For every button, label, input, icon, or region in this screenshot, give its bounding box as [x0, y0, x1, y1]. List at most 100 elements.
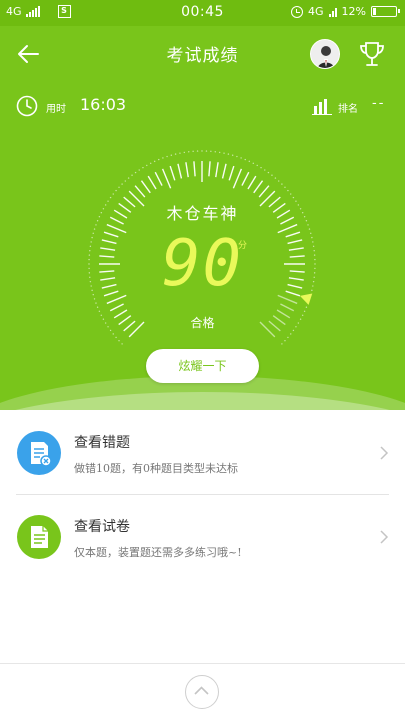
gauge-dot: [121, 183, 123, 185]
score-unit: 分: [238, 241, 248, 251]
gauge-dot: [303, 310, 306, 313]
item-title: 查看试卷: [74, 519, 130, 535]
gauge-dot: [124, 180, 126, 182]
scroll-up-button[interactable]: [185, 675, 219, 709]
gauge-dot: [149, 162, 152, 165]
gauge-dot: [205, 150, 208, 152]
gauge-dot: [192, 150, 194, 153]
chevron-right-icon: [380, 446, 389, 460]
top-bar: 考试成绩: [0, 26, 405, 82]
gauge-dot: [223, 152, 225, 154]
gauge-tick: [280, 303, 295, 312]
item-desc: 仅本题，装置题还需多多练习哦~!: [74, 546, 242, 559]
gauge-dot: [287, 189, 289, 192]
gauge-tick: [228, 165, 235, 181]
gauge-dot: [244, 158, 246, 161]
gauge-dot: [256, 164, 258, 167]
gauge-dot: [274, 177, 277, 179]
gauge-dot: [188, 151, 190, 153]
gauge-tick: [247, 175, 257, 190]
status-right: 4G 12%: [291, 5, 400, 18]
gauge-tick: [208, 161, 211, 177]
gauge-dot: [170, 154, 173, 156]
status-bar: 4G S 00:45 4G 12%: [0, 0, 405, 26]
gauge-tick: [258, 185, 270, 198]
gauge-dot: [284, 340, 286, 342]
gauge-dot: [201, 150, 203, 152]
gauge-dot: [142, 166, 144, 169]
gauge-tick: [253, 180, 264, 194]
gauge-dot: [162, 157, 164, 159]
gauge-dot: [248, 160, 251, 163]
gauge-tick: [185, 162, 189, 178]
gauge-dot: [179, 152, 181, 154]
list-item-view-paper[interactable]: 查看试卷 仅本题，装置题还需多多练习哦~!: [0, 494, 405, 578]
gauge-dot: [146, 164, 148, 167]
gauge-dot: [112, 193, 114, 195]
gauge-tick: [161, 168, 172, 189]
gauge-tick: [109, 303, 124, 312]
document-error-icon: [17, 431, 61, 475]
gauge-dot: [240, 157, 242, 159]
gauge-dot: [131, 174, 133, 176]
gauge-dot: [287, 336, 289, 339]
gauge-dot: [271, 174, 273, 176]
gauge-dot: [210, 150, 212, 153]
gauge-tick: [241, 171, 250, 186]
gauge-dot: [290, 193, 292, 195]
gauge-dot: [158, 158, 160, 161]
gauge-dot: [98, 310, 101, 313]
rank-label: 排名: [338, 104, 358, 115]
gauge-dot: [214, 151, 216, 153]
avatar[interactable]: [310, 39, 340, 69]
chevron-up-icon: [194, 686, 209, 695]
gauge-dot: [267, 171, 270, 174]
bottom-divider: [0, 663, 405, 664]
gauge-dot: [227, 153, 230, 155]
used-time-label: 用时: [46, 104, 66, 115]
gauge-dot: [260, 166, 262, 169]
gauge-dot: [252, 162, 255, 165]
score-value: 90: [161, 227, 244, 301]
gauge-dot: [218, 151, 221, 154]
gauge-tick: [134, 185, 146, 198]
gauge-tick: [140, 180, 151, 194]
item-desc: 做错10题，有0种题目类型未达标: [74, 462, 238, 475]
gauge-dot: [174, 153, 177, 155]
gauge-dot: [115, 189, 117, 192]
gauge-dot: [112, 333, 114, 335]
gauge-tick: [154, 171, 163, 186]
exam-subject: 木仓车神: [166, 204, 239, 223]
gauge-tick: [232, 168, 243, 189]
used-time-value: 16:03: [80, 95, 127, 114]
gauge-dot: [196, 150, 199, 152]
gauge-tick: [215, 162, 219, 178]
battery-level-fill: [373, 8, 376, 15]
score-wrap: 90 分: [0, 224, 405, 304]
gauge-dot: [278, 180, 280, 182]
item-title: 查看错题: [74, 435, 130, 451]
gauge-dot: [292, 196, 295, 199]
battery-percent: 12%: [341, 5, 366, 18]
gauge-dot: [290, 333, 292, 335]
trophy-button[interactable]: [356, 38, 388, 70]
gauge-tick: [193, 161, 196, 177]
gauge-dot: [183, 151, 186, 154]
gauge-dot: [153, 160, 156, 163]
result-label: 合格: [190, 316, 215, 330]
gauge-dot: [118, 186, 120, 188]
clock-icon: [16, 95, 38, 117]
gauge-dot: [96, 306, 99, 308]
gauge-dot: [118, 340, 120, 342]
share-button[interactable]: 炫耀一下: [146, 349, 259, 383]
gauge-dot: [166, 155, 168, 158]
gauge-dot: [281, 183, 283, 185]
list-item-wrong-questions[interactable]: 查看错题 做错10题，有0种题目类型未达标: [0, 410, 405, 494]
gauge-dot: [127, 177, 130, 179]
document-icon: [17, 515, 61, 559]
gauge-dot: [284, 186, 286, 188]
network-type-right: 4G: [308, 5, 324, 18]
info-row: 用时 16:03 排名 --: [0, 92, 405, 122]
gauge-dot: [264, 169, 266, 171]
signal-icon-2: [328, 6, 337, 17]
